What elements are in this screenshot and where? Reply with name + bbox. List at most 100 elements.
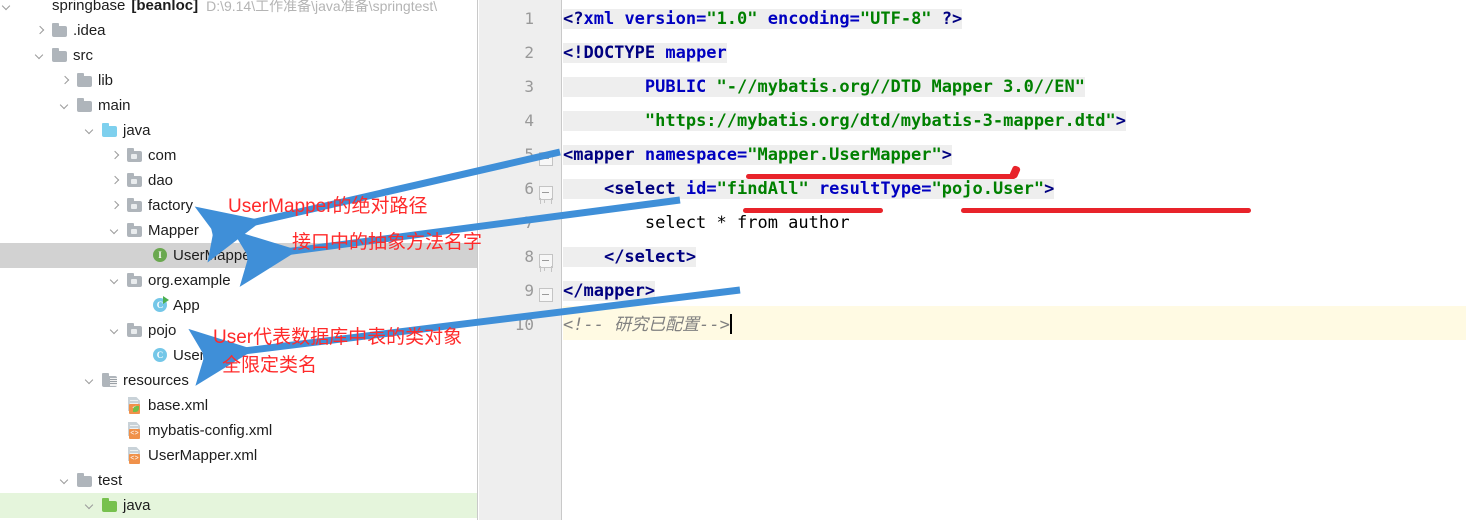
code-line-5[interactable]: <mapper namespace="Mapper.UserMapper"> bbox=[563, 138, 952, 172]
tree-item-mybatis-config-xml[interactable]: <> mybatis-config.xml bbox=[0, 418, 478, 443]
code-line-8[interactable]: </select> bbox=[563, 240, 697, 274]
chevron-down-icon[interactable] bbox=[108, 268, 122, 293]
tree-item-main[interactable]: main bbox=[0, 93, 478, 118]
underline-namespace bbox=[746, 174, 1016, 179]
code-line-9[interactable]: </mapper> bbox=[563, 274, 656, 308]
chevron-down-icon[interactable] bbox=[33, 43, 47, 68]
chevron-down-icon[interactable] bbox=[0, 0, 14, 19]
tree-item-label: base.xml bbox=[148, 397, 209, 414]
tree-item-java[interactable]: java bbox=[0, 118, 478, 143]
code-line-10[interactable]: <!-- 研究已配置--> bbox=[563, 308, 732, 342]
line-number-8: 8 bbox=[524, 247, 534, 266]
tree-item-label: dao bbox=[148, 172, 174, 189]
text-caret bbox=[729, 314, 732, 334]
package-folder-icon bbox=[126, 318, 144, 343]
line-number-5: 5 bbox=[524, 145, 534, 164]
tree-item-label: resources bbox=[123, 372, 189, 389]
code-content[interactable]: <?xml version="1.0" encoding="UTF-8" ?> <… bbox=[563, 0, 1466, 520]
xml-file-icon: <> bbox=[126, 418, 144, 443]
line-number-10: 10 bbox=[514, 315, 534, 334]
annotation-text-1: UserMapper的绝对路径 bbox=[228, 196, 428, 217]
code-line-4[interactable]: "https://mybatis.org/dtd/mybatis-3-mappe… bbox=[563, 104, 1126, 138]
line-number-4: 4 bbox=[524, 111, 534, 130]
chevron-down-icon[interactable] bbox=[108, 318, 122, 343]
chevron-down-icon[interactable] bbox=[108, 218, 122, 243]
folder-icon bbox=[51, 43, 69, 68]
chevron-down-icon[interactable] bbox=[83, 118, 97, 143]
chevron-down-icon[interactable] bbox=[58, 93, 72, 118]
annotation-text-2: 接口中的抽象方法名字 bbox=[292, 232, 483, 253]
tree-item-label: .idea bbox=[73, 22, 106, 39]
chevron-right-icon[interactable] bbox=[58, 68, 72, 93]
tree-item-label: pojo bbox=[148, 322, 177, 339]
class-icon: C bbox=[151, 343, 169, 368]
code-line-2[interactable]: <!DOCTYPE mapper bbox=[563, 36, 727, 70]
chevron-down-icon[interactable] bbox=[83, 493, 97, 518]
gutter-divider bbox=[561, 0, 562, 520]
chevron-right-icon[interactable] bbox=[33, 18, 47, 43]
annotation-text-3: User代表数据库中表的类对象 bbox=[213, 327, 463, 348]
tree-item-com[interactable]: com bbox=[0, 143, 478, 168]
tree-item-label: factory bbox=[148, 197, 194, 214]
tree-item-base-xml[interactable]: < base.xml bbox=[0, 393, 478, 418]
runnable-class-icon: C bbox=[151, 293, 169, 318]
chevron-down-icon[interactable] bbox=[58, 468, 72, 493]
tree-item-app[interactable]: C App bbox=[0, 293, 478, 318]
tree-item-label: Mapper bbox=[148, 222, 199, 239]
tree-item-label: java bbox=[123, 497, 151, 514]
tree-item-label: main bbox=[98, 97, 131, 114]
package-folder-icon bbox=[126, 218, 144, 243]
underline-id-findall bbox=[743, 208, 883, 213]
tree-item-label: org.example bbox=[148, 272, 231, 289]
line-number-2: 2 bbox=[524, 43, 534, 62]
panel-divider bbox=[477, 0, 478, 520]
fold-marker-line6[interactable] bbox=[539, 186, 554, 204]
tree-item-label: mybatis-config.xml bbox=[148, 422, 273, 439]
code-line-1[interactable]: <?xml version="1.0" encoding="UTF-8" ?> bbox=[563, 2, 963, 36]
line-number-6: 6 bbox=[524, 179, 534, 198]
editor-gutter[interactable]: 1 2 3 4 5 6 7 8 9 10 bbox=[479, 0, 562, 520]
line-number-3: 3 bbox=[524, 77, 534, 96]
tree-item-label: com bbox=[148, 147, 177, 164]
package-folder-icon bbox=[126, 268, 144, 293]
test-sources-root-folder-icon bbox=[101, 493, 119, 518]
tree-item-label: java bbox=[123, 122, 151, 139]
project-tree[interactable]: springbase [beanloc] D:\9.14\工作准备\java准备\s… bbox=[0, 0, 478, 518]
tree-item-usermapper-xml[interactable]: <> UserMapper.xml bbox=[0, 443, 478, 468]
project-tree-panel[interactable]: springbase [beanloc] D:\9.14\工作准备\java准备\s… bbox=[0, 0, 478, 520]
tree-item-org-example[interactable]: org.example bbox=[0, 268, 478, 293]
code-editor[interactable]: 1 2 3 4 5 6 7 8 9 10 <?xml version="1.0" encoding… bbox=[479, 0, 1466, 520]
tree-item-java[interactable]: java bbox=[0, 493, 478, 518]
tree-item--idea[interactable]: .idea bbox=[0, 18, 478, 43]
sources-root-folder-icon bbox=[101, 118, 119, 143]
tree-item-label: App bbox=[173, 297, 200, 314]
folder-icon bbox=[76, 93, 94, 118]
folder-icon bbox=[51, 18, 69, 43]
chevron-down-icon[interactable] bbox=[83, 368, 97, 393]
project-path: D:\9.14\工作准备\java准备\springtest\ bbox=[206, 0, 438, 14]
folder-icon bbox=[76, 468, 94, 493]
underline-resulttype bbox=[961, 208, 1251, 213]
fold-marker-line8[interactable] bbox=[539, 254, 554, 272]
package-folder-icon bbox=[126, 168, 144, 193]
spring-xml-file-icon: < bbox=[126, 393, 144, 418]
tree-item-dao[interactable]: dao bbox=[0, 168, 478, 193]
tree-item-lib[interactable]: lib bbox=[0, 68, 478, 93]
project-tag: [beanloc] bbox=[131, 0, 199, 14]
project-root-row[interactable]: springbase [beanloc] D:\9.14\工作准备\java准备\s… bbox=[0, 0, 478, 18]
tree-item-test[interactable]: test bbox=[0, 468, 478, 493]
package-folder-icon bbox=[126, 193, 144, 218]
fold-marker-line9[interactable] bbox=[539, 288, 554, 303]
package-folder-icon bbox=[126, 143, 144, 168]
line-number-7: 7 bbox=[524, 213, 534, 232]
tree-item-label: UserMapper bbox=[173, 247, 256, 264]
chevron-right-icon[interactable] bbox=[108, 193, 122, 218]
fold-marker-line5[interactable] bbox=[539, 152, 554, 167]
line-number-1: 1 bbox=[524, 9, 534, 28]
tree-item-label: UserMapper.xml bbox=[148, 447, 258, 464]
code-line-3[interactable]: PUBLIC "-//mybatis.org//DTD Mapper 3.0//… bbox=[563, 70, 1085, 104]
line-number-9: 9 bbox=[524, 281, 534, 300]
tree-item-src[interactable]: src bbox=[0, 43, 478, 68]
chevron-right-icon[interactable] bbox=[108, 143, 122, 168]
chevron-right-icon[interactable] bbox=[108, 168, 122, 193]
